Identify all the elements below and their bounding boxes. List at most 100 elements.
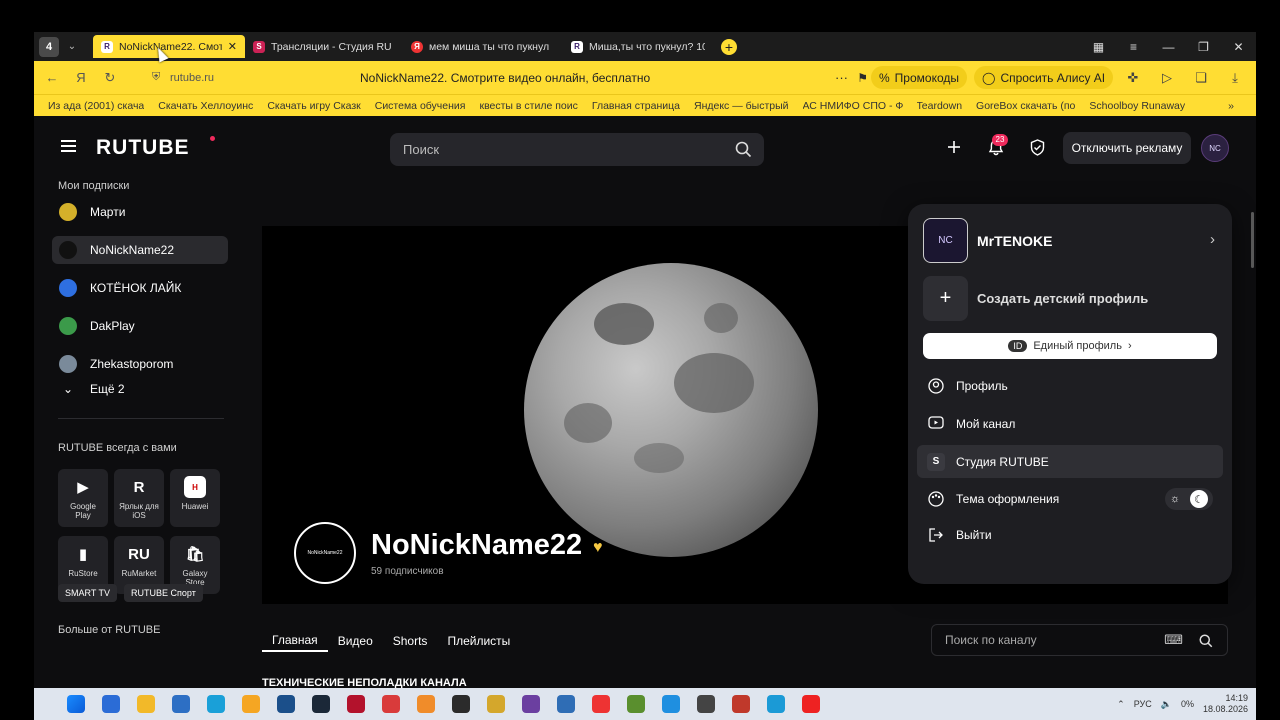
hamburger-menu-icon[interactable] xyxy=(61,140,76,152)
alice-button[interactable]: ◯ Спросить Алису AI xyxy=(974,66,1114,89)
reload-icon[interactable]: ↻ xyxy=(99,70,121,86)
add-kid-profile-icon[interactable]: + xyxy=(923,276,968,321)
bookmark-item[interactable]: GoreBox скачать (по xyxy=(976,100,1075,112)
app-icon[interactable] xyxy=(653,688,688,720)
new-tab-button[interactable]: + xyxy=(721,38,737,55)
app-icon[interactable] xyxy=(408,688,443,720)
menu-icon[interactable]: ≡ xyxy=(1116,40,1151,54)
show-more-subscriptions[interactable]: ⌄ Ещё 2 xyxy=(52,375,228,403)
bookmark-item[interactable]: Главная страница xyxy=(592,100,680,112)
bookmark-item[interactable]: Schoolboy Runaway xyxy=(1089,100,1185,112)
subscription-item[interactable]: Марти xyxy=(52,198,228,226)
chevron-right-icon[interactable]: › xyxy=(1210,231,1215,248)
tab-rutube-video[interactable]: R Миша,ты что пукнул? 10 xyxy=(563,35,713,58)
create-kid-profile-label[interactable]: Создать детский профиль xyxy=(977,291,1148,306)
tab-count-button[interactable]: 4 xyxy=(39,36,59,57)
yandex-icon[interactable] xyxy=(583,688,618,720)
bookmark-item[interactable]: Скачать Хеллоуинс xyxy=(158,100,253,112)
steam-icon[interactable] xyxy=(268,688,303,720)
user-avatar-button[interactable]: NC xyxy=(1201,134,1229,162)
bookmark-item[interactable]: Яндекс — быстрый xyxy=(694,100,789,112)
url-field[interactable]: ⛨ rutube.ru NoNickName22. Смотрите видео… xyxy=(152,65,868,90)
app-icon[interactable] xyxy=(758,688,793,720)
more-dots-icon[interactable]: ··· xyxy=(835,70,848,85)
menu-item-studio[interactable]: S Студия RUTUBE xyxy=(917,445,1223,478)
close-window-button[interactable]: ✕ xyxy=(1221,40,1256,54)
clock[interactable]: 14:19 18.08.2026 xyxy=(1203,693,1248,715)
back-arrow-icon[interactable]: ← xyxy=(41,70,63,85)
bookmark-icon[interactable]: ⚑ xyxy=(857,71,868,85)
search-input[interactable]: Поиск xyxy=(390,133,764,166)
bookmark-item[interactable]: Система обучения xyxy=(375,100,466,112)
bookmark-item[interactable]: Скачать игру Сказк xyxy=(267,100,360,112)
bookmark-item[interactable]: квесты в стиле поис xyxy=(479,100,577,112)
upload-plus-icon[interactable] xyxy=(943,136,965,158)
edge-icon[interactable] xyxy=(198,688,233,720)
moon-icon[interactable]: ☾ xyxy=(1190,490,1209,508)
menu-item-theme[interactable]: Тема оформления ☼ ☾ xyxy=(917,482,1223,515)
chrome-icon[interactable] xyxy=(233,688,268,720)
explorer-icon[interactable] xyxy=(128,688,163,720)
collections-icon[interactable]: ❏ xyxy=(1184,70,1218,86)
subscription-item[interactable]: NoNickName22 xyxy=(52,236,228,264)
tab-studio[interactable]: S Трансляции - Студия RU xyxy=(245,35,403,58)
rutube-logo[interactable]: RUTUBE xyxy=(96,136,190,160)
bookmark-item[interactable]: Teardown xyxy=(917,100,963,112)
app-icon[interactable] xyxy=(338,688,373,720)
bookmark-item[interactable]: АС НМИФО СПО - Ф xyxy=(803,100,903,112)
bookmarks-more-icon[interactable]: » xyxy=(1228,100,1234,112)
profile-avatar[interactable]: NC xyxy=(923,218,968,263)
tab-list-chevron-icon[interactable]: ⌄ xyxy=(63,41,81,52)
minecraft-icon[interactable] xyxy=(618,688,653,720)
chip-smart-tv[interactable]: SMART TV xyxy=(58,584,118,602)
app-icon[interactable] xyxy=(478,688,513,720)
menu-item-logout[interactable]: Выйти xyxy=(917,518,1223,551)
tab-shorts[interactable]: Shorts xyxy=(383,630,438,652)
tab-playlists[interactable]: Плейлисты xyxy=(437,630,520,652)
channel-search-input[interactable]: Поиск по каналу ⌨ xyxy=(931,624,1228,656)
menu-item-my-channel[interactable]: Мой канал xyxy=(917,407,1223,440)
restore-button[interactable]: ❐ xyxy=(1186,40,1221,54)
unified-profile-button[interactable]: ID Единый профиль › xyxy=(923,333,1217,359)
app-icon[interactable] xyxy=(373,688,408,720)
sun-icon[interactable]: ☼ xyxy=(1170,493,1180,505)
tab-home[interactable]: Главная xyxy=(262,630,328,652)
tray-chevron-icon[interactable]: ⌃ xyxy=(1117,699,1125,710)
disable-ads-button[interactable]: Отключить рекламу xyxy=(1063,132,1191,164)
bookmark-item[interactable]: Из ада (2001) скача xyxy=(48,100,144,112)
chip-rutube-sport[interactable]: RUTUBE Спорт xyxy=(124,584,203,602)
search-icon[interactable] xyxy=(735,141,752,158)
media-icon[interactable]: ▷ xyxy=(1150,70,1184,86)
app-icon[interactable] xyxy=(443,688,478,720)
channel-avatar[interactable]: NoNickName22 xyxy=(294,522,356,584)
keyboard-icon[interactable]: ⌨ xyxy=(1164,632,1183,648)
app-icon[interactable] xyxy=(513,688,548,720)
yandex-home-icon[interactable]: Я xyxy=(70,70,92,85)
menu-item-profile[interactable]: Профиль xyxy=(917,369,1223,402)
subscription-item[interactable]: DakPlay xyxy=(52,312,228,340)
app-store-link[interactable]: H Huawei xyxy=(170,469,220,527)
app-store-link[interactable]: R Ярлык для iOS xyxy=(114,469,164,527)
close-tab-icon[interactable]: ✕ xyxy=(228,40,237,53)
app-store-link[interactable]: ▶ Google Play xyxy=(58,469,108,527)
chatgpt-icon[interactable] xyxy=(688,688,723,720)
theme-toggle[interactable]: ☼ ☾ xyxy=(1165,488,1213,510)
tab-rutube-channel[interactable]: R NoNickName22. Смотр ✕ xyxy=(93,35,245,58)
download-icon[interactable]: ⤓ xyxy=(1218,70,1252,86)
yandex-browser-icon[interactable] xyxy=(793,688,828,720)
profile-name[interactable]: MrTENOKE xyxy=(977,233,1052,249)
battery-percent[interactable]: 0% xyxy=(1181,699,1194,709)
tab-yandex-search[interactable]: Я мем миша ты что пукнул xyxy=(403,35,563,58)
start-icon[interactable] xyxy=(58,688,93,720)
shield-check-icon[interactable] xyxy=(1026,136,1048,158)
minimize-button[interactable]: — xyxy=(1151,40,1186,54)
promo-button[interactable]: % Промокоды xyxy=(871,66,967,89)
extension-puzzle-icon[interactable]: ✜ xyxy=(1116,70,1150,86)
app-icon[interactable] xyxy=(723,688,758,720)
page-scrollbar[interactable] xyxy=(1251,212,1254,268)
store-icon[interactable] xyxy=(163,688,198,720)
tab-videos[interactable]: Видео xyxy=(328,630,383,652)
subscription-item[interactable]: КОТЁНОК ЛАЙК xyxy=(52,274,228,302)
snipping-icon[interactable] xyxy=(93,688,128,720)
subscription-item[interactable]: Zhekastoporom xyxy=(52,350,228,378)
